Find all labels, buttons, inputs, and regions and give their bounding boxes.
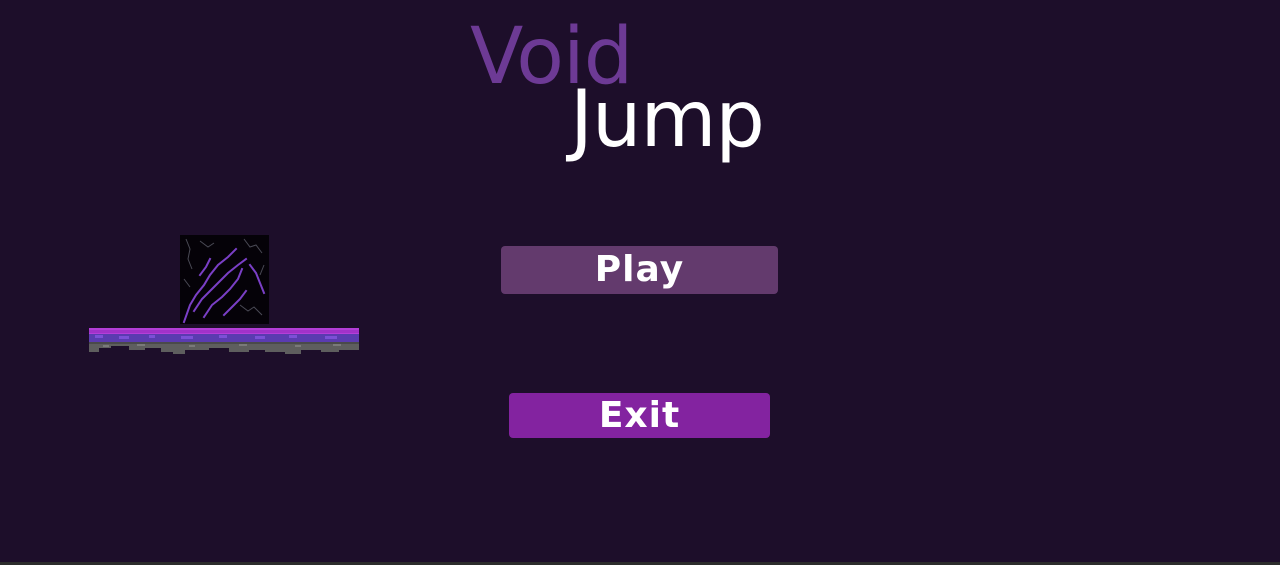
player-cube-sprite — [180, 235, 269, 324]
main-menu-screen: Void Jump Play Exit — [0, 0, 1280, 565]
play-button[interactable]: Play — [501, 246, 778, 294]
game-title-jump: Jump — [570, 75, 765, 165]
platform-tile-icon — [89, 328, 359, 354]
exit-button[interactable]: Exit — [509, 393, 770, 438]
void-cracks-icon — [180, 235, 269, 324]
ground-platform-sprite — [89, 328, 359, 356]
